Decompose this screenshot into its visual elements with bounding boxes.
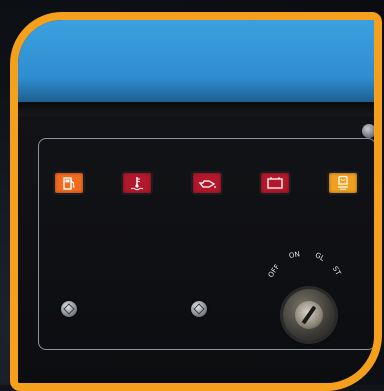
oil-pressure-lamp [193, 173, 221, 193]
ignition-key-switch[interactable] [283, 289, 335, 341]
thermometer-icon [130, 177, 144, 191]
glow-plug-icon [338, 175, 348, 190]
key-position-st: ST [330, 265, 343, 277]
fuel-pump-icon [63, 177, 75, 190]
control-panel: OFF ON GL ST [38, 138, 374, 350]
key-position-on: ON [288, 250, 301, 260]
panel-screw-left [61, 301, 77, 317]
housing-edge [18, 102, 374, 116]
battery-icon [267, 177, 283, 189]
coolant-temperature-lamp [123, 173, 151, 193]
housing-bolt [362, 124, 374, 138]
glow-plug-lamp [329, 173, 357, 193]
battery-warning-lamp [261, 173, 289, 193]
key-position-gl: GL [313, 251, 327, 263]
fuel-warning-lamp [55, 173, 83, 193]
generator-housing-top [18, 20, 374, 102]
panel-screw-middle [191, 301, 207, 317]
image-frame: OFF ON GL ST [10, 12, 382, 391]
key-position-off: OFF [266, 262, 282, 280]
oil-can-icon [198, 180, 216, 188]
